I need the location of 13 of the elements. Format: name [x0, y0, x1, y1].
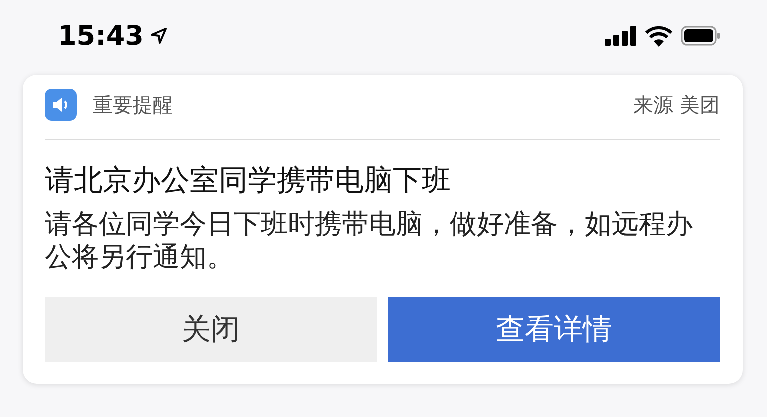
notification-body: 请各位同学今日下班时携带电脑，做好准备，如远程办公将另行通知。 — [45, 208, 694, 274]
app-name: 重要提醒 — [93, 92, 173, 118]
notification-card[interactable]: 重要提醒 来源 美团 请北京办公室同学携带电脑下班 请各位同学今日下班时携带电脑，做好准备，如远程办公将另行通知。 关闭 查看详情 — [23, 75, 743, 384]
details-button[interactable]: 查看详情 — [388, 297, 720, 362]
source-label: 来源 美团 — [634, 92, 720, 118]
notification-title: 请北京办公室同学携带电脑下班 — [45, 162, 452, 198]
battery-icon — [681, 26, 721, 46]
signal-icon — [605, 26, 637, 46]
speaker-icon — [45, 89, 77, 121]
clock-time: 15:43 — [58, 20, 144, 52]
wifi-icon — [645, 26, 673, 46]
close-button[interactable]: 关闭 — [45, 297, 377, 362]
location-arrow-icon — [150, 27, 168, 45]
